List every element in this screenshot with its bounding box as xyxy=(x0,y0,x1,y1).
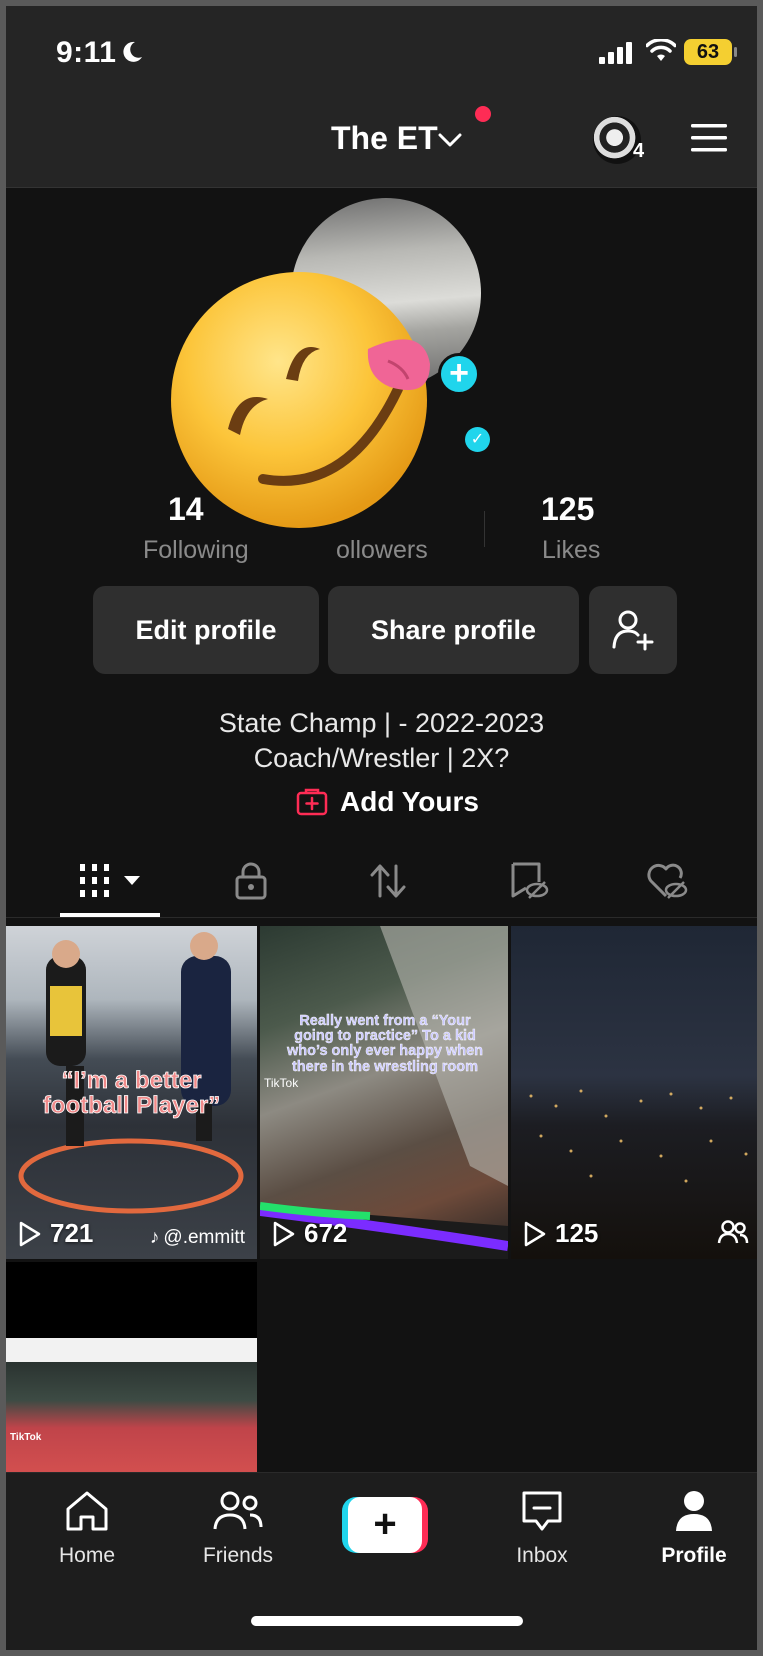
followers-label[interactable]: ollowers xyxy=(336,536,428,565)
screen-recording-bar xyxy=(6,1338,257,1362)
view-count-value: 672 xyxy=(304,1218,348,1248)
video-thumbnail[interactable]: TikTok xyxy=(6,1262,257,1472)
menu-icon[interactable] xyxy=(689,122,729,154)
nav-inbox[interactable]: Inbox xyxy=(482,1489,602,1568)
home-icon xyxy=(66,1491,108,1531)
tab-reposts[interactable] xyxy=(368,862,408,905)
status-time: 9:11 xyxy=(56,36,117,69)
friends-icon xyxy=(213,1491,263,1530)
following-label[interactable]: Following xyxy=(143,536,249,565)
likes-label: Likes xyxy=(542,536,601,564)
view-count-value: 721 xyxy=(50,1218,94,1248)
chevron-down-icon[interactable] xyxy=(438,132,462,148)
battery-indicator: 63 xyxy=(684,39,737,65)
creator-handle: @.emmitt xyxy=(163,1227,245,1248)
tab-videos[interactable] xyxy=(78,862,148,905)
profile-icon xyxy=(676,1491,712,1531)
notification-dot xyxy=(475,106,491,122)
repost-icon xyxy=(370,864,406,898)
nav-profile[interactable]: Profile xyxy=(634,1489,754,1568)
bio-line-1: State Champ | - 2022-2023 xyxy=(218,708,545,738)
nav-home-label: Home xyxy=(58,1544,116,1567)
stat-divider xyxy=(484,511,485,547)
add-yours-icon xyxy=(296,788,328,816)
tiktok-logo-icon: ♪ xyxy=(149,1227,160,1248)
lock-icon xyxy=(235,862,267,900)
nav-inbox-label: Inbox xyxy=(516,1544,568,1567)
nav-profile-label: Profile xyxy=(661,1544,727,1567)
friends-only-icon xyxy=(717,1220,749,1244)
tab-liked[interactable] xyxy=(646,862,688,905)
cellular-signal-icon xyxy=(599,42,632,64)
share-profile-button[interactable]: Share profile xyxy=(328,586,579,674)
video-caption-overlay: “I’m a better football Player” xyxy=(42,1067,221,1120)
play-icon xyxy=(273,1221,295,1246)
match-scene xyxy=(6,1362,257,1472)
video-thumbnail[interactable]: Really went from a “Your going to practi… xyxy=(260,926,508,1259)
phone-screen: 9:11 63 The ET 4 + ✓ 14 Following ollowe… xyxy=(6,6,757,1650)
creator-credit: ♪ @.emmitt xyxy=(150,1227,245,1249)
tiktok-watermark: TikTok xyxy=(264,1076,299,1090)
bio-line-2: Coach/Wrestler | 2X? xyxy=(253,743,510,773)
bookmark-hidden-icon xyxy=(511,862,549,899)
content-tabs xyxy=(6,848,757,918)
wifi-icon xyxy=(646,39,676,61)
practice-scene xyxy=(260,926,508,1259)
view-count: 125 xyxy=(523,1218,598,1249)
add-yours-label: Add Yours xyxy=(340,786,479,817)
video-caption-overlay: Really went from a “Your going to practi… xyxy=(286,1013,484,1075)
nav-friends[interactable]: Friends xyxy=(178,1489,298,1568)
profile-header: The ET 4 xyxy=(6,96,757,188)
likes-count: 125 xyxy=(541,491,595,527)
plus-icon: + xyxy=(348,1497,422,1553)
tiktok-watermark: TikTok xyxy=(10,1432,42,1443)
account-name[interactable]: The ET xyxy=(331,120,438,157)
grid-icon xyxy=(80,864,140,897)
nav-home[interactable]: Home xyxy=(27,1489,147,1568)
video-thumbnail[interactable]: 125 xyxy=(511,926,757,1259)
add-story-button[interactable]: + xyxy=(438,353,480,395)
video-thumbnail[interactable]: “I’m a better football Player” 721 ♪ @.e… xyxy=(6,926,257,1259)
home-indicator[interactable] xyxy=(251,1616,523,1626)
add-friend-button[interactable] xyxy=(589,586,677,674)
view-count: 672 xyxy=(272,1218,347,1249)
edit-profile-button[interactable]: Edit profile xyxy=(93,586,319,674)
play-icon xyxy=(524,1221,546,1246)
verified-check-icon: ✓ xyxy=(465,427,490,452)
status-bar: 9:11 63 xyxy=(6,6,757,96)
active-tab-indicator xyxy=(60,913,160,917)
heart-hidden-icon xyxy=(647,863,688,899)
yum-emoji-sticker xyxy=(171,272,430,528)
city-lights-scene xyxy=(529,1089,748,1183)
tab-private[interactable] xyxy=(234,862,268,905)
play-icon xyxy=(19,1221,41,1246)
add-user-icon xyxy=(612,610,654,651)
view-count: 721 xyxy=(18,1218,93,1249)
tab-favorites[interactable] xyxy=(509,862,549,905)
nav-friends-label: Friends xyxy=(202,1544,274,1567)
create-button[interactable]: + xyxy=(342,1497,428,1553)
inbox-icon xyxy=(522,1491,562,1531)
account-badge-count: 4 xyxy=(633,140,645,162)
add-yours-link[interactable]: Add Yours xyxy=(296,784,479,820)
view-count-value: 125 xyxy=(555,1218,599,1248)
moon-icon xyxy=(123,41,142,62)
